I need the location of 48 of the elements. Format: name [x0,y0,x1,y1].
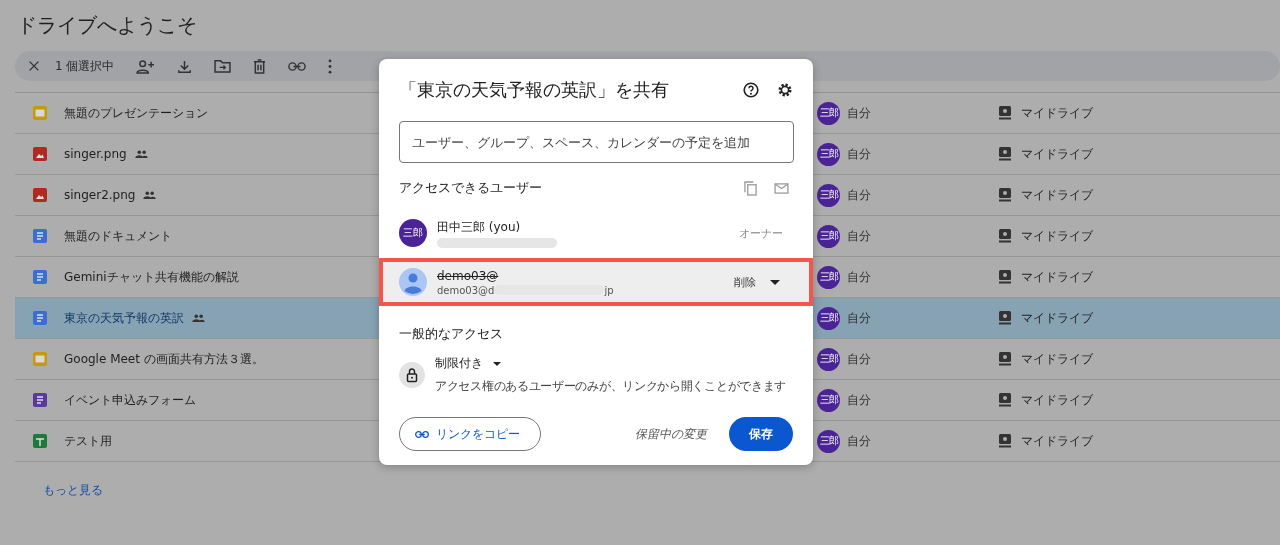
file-name: イベント申込みフォーム [64,391,196,409]
people-heading: アクセスできるユーザー [399,179,543,197]
file-name: 無題のドキュメント [64,227,172,245]
file-name: singer2.png [64,188,136,202]
owner-avatar: 三郎 [817,101,840,125]
owner-avatar: 三郎 [817,429,840,453]
file-name: 東京の天気予報の英訳 [64,309,184,327]
page-title: ドライブへようこそ [17,12,198,39]
file-name: Google Meet の画面共有方法３選。 [64,350,264,368]
user-email: jp [604,284,614,296]
access-description: アクセス権のあるユーザーのみが、リンクから開くことができます [435,378,786,395]
user-email: demo03@d [437,284,495,296]
location: マイドライブ [1021,227,1093,245]
owner-avatar: 三郎 [817,347,840,371]
owner-avatar: 三郎 [817,183,840,207]
location: マイドライブ [1021,350,1093,368]
owner-avatar: 三郎 [817,142,840,166]
owner-name: 自分 [847,432,871,450]
file-name: Geminiチャット共有機能の解説 [64,268,239,286]
location: マイドライブ [1021,432,1093,450]
general-access-heading: 一般的なアクセス [399,325,504,343]
owner-name: 自分 [847,391,871,409]
user-avatar: 三郎 [399,219,427,247]
owner-avatar: 三郎 [817,306,840,330]
file-name: 無題のプレゼンテーション [64,104,208,122]
file-name: singer.png [64,147,127,161]
user-name: demo03@ [437,268,499,283]
location: マイドライブ [1021,391,1093,409]
file-name: テスト用 [64,432,112,450]
location: マイドライブ [1021,186,1093,204]
owner-name: 自分 [847,309,871,327]
owner-name: 自分 [847,227,871,245]
owner-name: 自分 [847,145,871,163]
location: マイドライブ [1021,145,1093,163]
owner-avatar: 三郎 [817,224,840,248]
owner-name: 自分 [847,186,871,204]
role-label: オーナー [739,225,783,241]
location: マイドライブ [1021,104,1093,122]
location: マイドライブ [1021,309,1093,327]
owner-name: 自分 [847,268,871,286]
pending-changes-label: 保留中の変更 [634,425,707,443]
selection-count: 1 個選択中 [55,57,115,75]
user-name: 田中三郎 (you) [437,218,521,236]
owner-name: 自分 [847,350,871,368]
owner-avatar: 三郎 [817,265,840,289]
location: マイドライブ [1021,268,1093,286]
owner-name: 自分 [847,104,871,122]
owner-avatar: 三郎 [817,388,840,412]
